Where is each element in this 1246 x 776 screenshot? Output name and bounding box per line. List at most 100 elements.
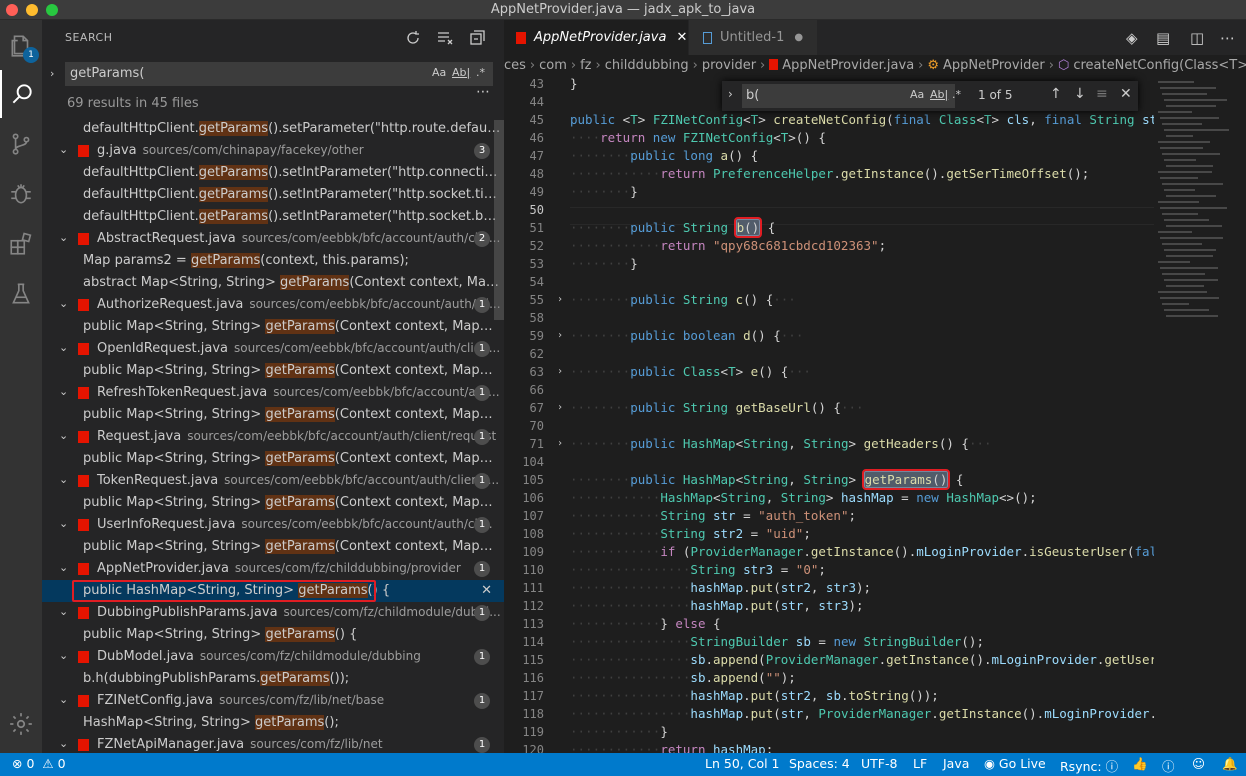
code-line[interactable]: ········public Class<T> e() {··· bbox=[570, 363, 811, 381]
chevron-down-icon[interactable]: ⌄ bbox=[59, 737, 68, 750]
result-file-row[interactable]: ⌄ RefreshTokenRequest.java sources/com/eeb… bbox=[42, 382, 504, 404]
result-match-row[interactable]: public Map<String, String> getParams() { bbox=[42, 624, 504, 646]
code-line[interactable]: ············String str = "auth_token"; bbox=[570, 507, 856, 525]
code-line[interactable]: ········public HashMap<String, String> g… bbox=[570, 469, 963, 490]
result-match-row[interactable]: public Map<String, String> getParams(Con… bbox=[42, 404, 504, 426]
result-match-row[interactable]: public Map<String, String> getParams(Con… bbox=[42, 492, 504, 514]
chevron-down-icon[interactable]: ⌄ bbox=[59, 429, 68, 442]
result-match-row[interactable]: b.h(dubbingPublishParams.getParams()); bbox=[42, 668, 504, 690]
search-input[interactable]: getParams( Aa Ab| .* bbox=[65, 62, 493, 86]
problems-indicator[interactable]: ⊗ 0 ⚠ 0 bbox=[12, 756, 66, 771]
code-line[interactable]: ········} bbox=[570, 255, 638, 273]
source-control-action-icon[interactable]: ◈ bbox=[1126, 29, 1138, 47]
breadcrumb-item[interactable]: ces bbox=[504, 58, 526, 73]
result-match-row[interactable]: public Map<String, String> getParams(Con… bbox=[42, 448, 504, 470]
code-line[interactable]: ········public String b() { bbox=[570, 217, 775, 238]
extensions-icon[interactable] bbox=[0, 220, 42, 268]
toggle-replace-icon[interactable]: › bbox=[50, 67, 54, 80]
code-line[interactable]: ················hashMap.put(str2, str3); bbox=[570, 579, 871, 597]
code-line[interactable]: ················hashMap.put(str2, sb.toS… bbox=[570, 687, 939, 705]
clear-results-icon[interactable] bbox=[436, 29, 454, 47]
result-match-row[interactable]: public Map<String, String> getParams(Con… bbox=[42, 360, 504, 382]
fold-chevron-icon[interactable]: › bbox=[554, 327, 566, 345]
code-line[interactable]: public <T> FZINetConfig<T> createNetConf… bbox=[570, 111, 1172, 129]
rsync-status[interactable]: Rsync: ⓘ bbox=[1060, 756, 1118, 775]
result-match-row[interactable]: abstract Map<String, String> getParams(C… bbox=[42, 272, 504, 294]
result-file-row[interactable]: ⌄ AppNetProvider.java sources/com/fz/child… bbox=[42, 558, 504, 580]
unsaved-dot-icon[interactable]: ● bbox=[794, 32, 803, 43]
more-actions-icon[interactable]: ⋯ bbox=[1220, 29, 1235, 47]
debug-icon[interactable] bbox=[0, 170, 42, 218]
result-match-row[interactable]: Map params2 = getParams(context, this.pa… bbox=[42, 250, 504, 272]
code-line[interactable]: ········public String getBaseUrl() {··· bbox=[570, 399, 864, 417]
result-file-row[interactable]: ⌄ TokenRequest.java sources/com/eebbk/bfc/… bbox=[42, 470, 504, 492]
chevron-down-icon[interactable]: ⌄ bbox=[59, 341, 68, 354]
result-match-row-selected[interactable]: public HashMap<String, String> getParams… bbox=[42, 580, 504, 602]
find-match-case-icon[interactable]: Aa bbox=[910, 88, 924, 101]
result-file-row[interactable]: ⌄ g.java sources/com/chinapay/facekey/othe… bbox=[42, 140, 504, 162]
code-line[interactable]: ················hashMap.put(str, str3); bbox=[570, 597, 864, 615]
code-line[interactable]: ············} bbox=[570, 723, 668, 741]
result-match-row[interactable]: defaultHttpClient.getParams().setParamet… bbox=[42, 118, 504, 140]
code-line[interactable]: ····return new FZINetConfig<T>() { bbox=[570, 129, 826, 147]
code-line[interactable]: ················sb.append(""); bbox=[570, 669, 796, 687]
previous-match-icon[interactable]: ↑ bbox=[1050, 86, 1062, 102]
code-line[interactable]: ········} bbox=[570, 183, 638, 201]
code-line[interactable]: ················sb.append(ProviderManage… bbox=[570, 651, 1180, 669]
chevron-down-icon[interactable]: ⌄ bbox=[59, 649, 68, 662]
toggle-replace-chevron-icon[interactable]: › bbox=[728, 87, 733, 101]
result-match-row[interactable]: public Map<String, String> getParams(Con… bbox=[42, 536, 504, 558]
chevron-down-icon[interactable]: ⌄ bbox=[59, 231, 68, 244]
breadcrumb-item[interactable]: childdubbing bbox=[605, 58, 689, 73]
code-line[interactable]: ········public String c() {··· bbox=[570, 291, 796, 309]
code-line[interactable]: ········public long a() { bbox=[570, 147, 758, 165]
chevron-down-icon[interactable]: ⌄ bbox=[59, 143, 68, 156]
result-file-row[interactable]: ⌄ Request.java sources/com/eebbk/bfc/accou… bbox=[42, 426, 504, 448]
fold-chevron-icon[interactable]: › bbox=[554, 435, 566, 453]
code-line[interactable]: ············return "qpy68c681cbdcd102363… bbox=[570, 237, 886, 255]
chevron-down-icon[interactable]: ⌄ bbox=[59, 561, 68, 574]
search-icon[interactable] bbox=[0, 70, 42, 118]
fold-chevron-icon[interactable]: › bbox=[554, 399, 566, 417]
match-case-icon[interactable]: Aa bbox=[432, 66, 446, 79]
breadcrumb-item[interactable]: AppNetProvider bbox=[943, 58, 1045, 73]
chevron-down-icon[interactable]: ⌄ bbox=[59, 605, 68, 618]
find-regex-icon[interactable]: .* bbox=[952, 88, 961, 101]
code-line[interactable]: ········public boolean d() {··· bbox=[570, 327, 803, 345]
find-whole-word-icon[interactable]: Ab| bbox=[930, 88, 948, 101]
result-match-row[interactable]: defaultHttpClient.getParams().setIntPara… bbox=[42, 162, 504, 184]
code-line[interactable]: ············return PreferenceHelper.getI… bbox=[570, 165, 1089, 183]
use-regex-icon[interactable]: .* bbox=[476, 66, 485, 79]
tab-untitled[interactable]: Untitled-1 ● bbox=[689, 20, 817, 55]
indentation[interactable]: Spaces: 4 bbox=[789, 756, 850, 771]
result-file-row[interactable]: ⌄ OpenIdRequest.java sources/com/eebbk/bfc… bbox=[42, 338, 504, 360]
chevron-down-icon[interactable]: ⌄ bbox=[59, 385, 68, 398]
encoding[interactable]: UTF-8 bbox=[861, 756, 897, 771]
breadcrumb-item[interactable]: provider bbox=[702, 58, 756, 73]
next-match-icon[interactable]: ↓ bbox=[1074, 86, 1086, 102]
result-file-row[interactable]: ⌄ AuthorizeRequest.java sources/com/eebbk/… bbox=[42, 294, 504, 316]
result-file-row[interactable]: ⌄ AbstractRequest.java sources/com/eebbk/b… bbox=[42, 228, 504, 250]
code-line[interactable]: } bbox=[570, 77, 578, 93]
minimap[interactable] bbox=[1154, 77, 1246, 753]
breadcrumb-item[interactable]: com bbox=[539, 58, 567, 73]
close-tab-icon[interactable]: ✕ bbox=[676, 30, 687, 45]
line-ending[interactable]: LF bbox=[913, 756, 927, 771]
breadcrumb-item[interactable]: AppNetProvider.java bbox=[782, 58, 914, 73]
result-file-row[interactable]: ⌄ FZNetApiManager.java sources/com/fz/lib/… bbox=[42, 734, 504, 753]
breadcrumb-item[interactable]: createNetConfig(Class<T> bbox=[1073, 58, 1246, 73]
refresh-icon[interactable] bbox=[404, 29, 422, 47]
result-match-row[interactable]: public Map<String, String> getParams(Con… bbox=[42, 316, 504, 338]
result-file-row[interactable]: ⌄ FZINetConfig.java sources/com/fz/lib/net… bbox=[42, 690, 504, 712]
result-match-row[interactable]: defaultHttpClient.getParams().setIntPara… bbox=[42, 184, 504, 206]
chevron-down-icon[interactable]: ⌄ bbox=[59, 473, 68, 486]
preview-icon[interactable]: ▤ bbox=[1156, 29, 1170, 47]
find-in-selection-icon[interactable]: ≡ bbox=[1096, 86, 1108, 102]
breadcrumb-item[interactable]: fz bbox=[580, 58, 591, 73]
code-line[interactable]: ············HashMap<String, String> hash… bbox=[570, 489, 1037, 507]
chevron-down-icon[interactable]: ⌄ bbox=[59, 517, 68, 530]
language-mode[interactable]: Java bbox=[943, 756, 969, 771]
code-line[interactable]: ········public HashMap<String, String> g… bbox=[570, 435, 992, 453]
source-control-icon[interactable] bbox=[0, 120, 42, 168]
code-line[interactable]: ················StringBuilder sb = new S… bbox=[570, 633, 984, 651]
